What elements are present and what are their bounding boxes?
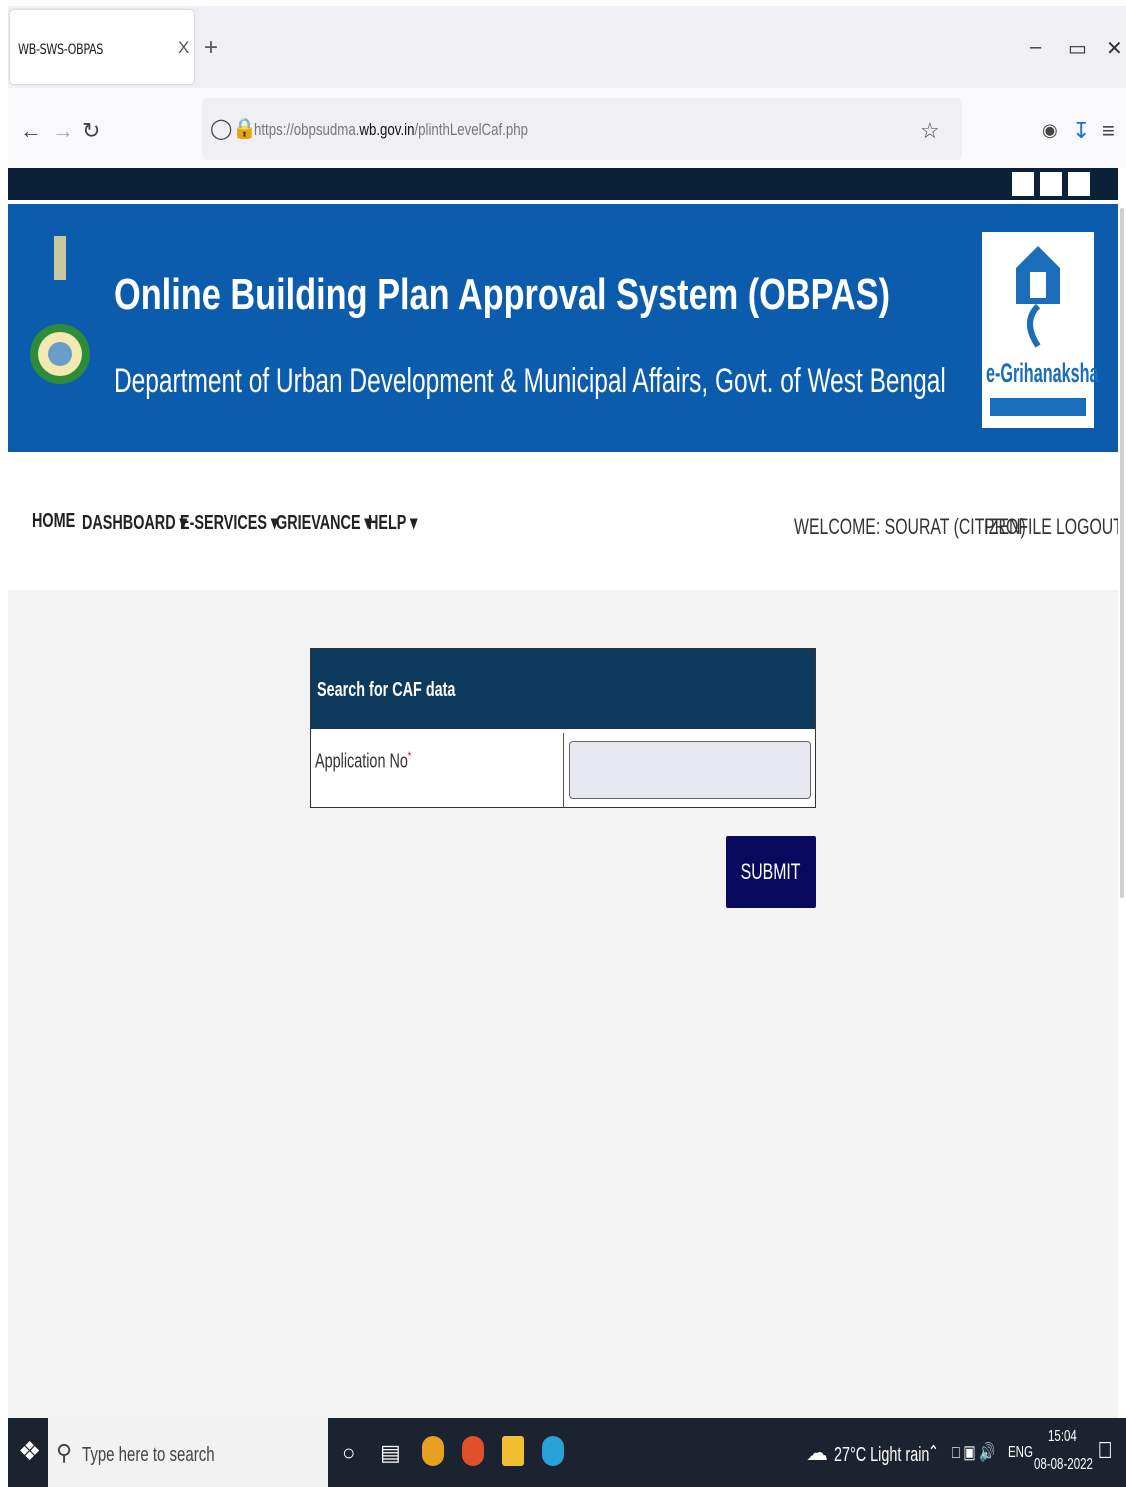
menu-dashboard[interactable]: DASHBOARD ▾ (82, 510, 187, 535)
font-size-large-button[interactable] (1068, 172, 1090, 196)
profile-link[interactable]: PROFILE (984, 514, 1052, 540)
required-mark: * (407, 749, 412, 763)
caf-search-panel: Search for CAF data Application No* (310, 648, 816, 808)
submit-button[interactable]: SUBMIT (726, 836, 816, 908)
task-view-icon[interactable]: ▤ (380, 1440, 401, 1466)
application-no-input[interactable] (569, 741, 811, 799)
window-close-icon[interactable]: ✕ (1106, 36, 1123, 61)
menu-grievance[interactable]: GRIEVANCE ▾ (276, 510, 372, 535)
search-icon: ⚲ (56, 1440, 73, 1465)
main-menu: HOME DASHBOARD ▾ E-SERVICES ▾ GRIEVANCE … (8, 452, 1123, 590)
tray-icons[interactable]: □ ▣ 🔊 (952, 1442, 995, 1463)
page-scrollbar[interactable] (1118, 168, 1126, 1418)
url-domain: wb.gov.in (359, 120, 415, 139)
logo-text: e-Grihanaksha (986, 358, 1099, 388)
weather-cloud-icon[interactable]: ☁ (806, 1440, 828, 1466)
main-content: Search for CAF data Application No* SUBM… (8, 590, 1118, 1418)
panel-title: Search for CAF data (317, 679, 456, 701)
tab-close-icon[interactable]: X (178, 38, 189, 58)
file-explorer-icon[interactable] (502, 1436, 524, 1466)
logo-band (990, 398, 1086, 416)
scroll-thumb[interactable] (1120, 208, 1124, 898)
panel-header: Search for CAF data (311, 649, 815, 729)
taskbar-search-placeholder: Type here to search (82, 1444, 215, 1466)
minimize-icon[interactable]: – (1030, 36, 1041, 59)
language-indicator[interactable]: ENG (1008, 1444, 1033, 1462)
weather-text[interactable]: 27°C Light rain (834, 1444, 929, 1467)
font-size-normal-button[interactable] (1040, 172, 1062, 196)
restore-icon[interactable]: ▭ (1068, 36, 1087, 61)
browser-tab-bar: WB-SWS-OBPAS X + – ▭ ✕ (8, 6, 1126, 88)
menu-e-services-label: E-SERVICES (180, 512, 267, 534)
edge-icon[interactable] (542, 1436, 564, 1466)
pocket-icon[interactable]: ◉ (1042, 120, 1058, 141)
site-title: Online Building Plan Approval System (OB… (114, 270, 891, 319)
menu-hamburger-icon[interactable]: ≡ (1102, 118, 1115, 144)
menu-help[interactable]: HELP ▾ (368, 510, 417, 535)
bookmark-star-icon[interactable]: ☆ (920, 118, 940, 144)
tray-expand-icon[interactable]: ⌃ (928, 1442, 939, 1463)
menu-grievance-label: GRIEVANCE (276, 512, 361, 534)
e-grihanaksha-logo: e-Grihanaksha (982, 232, 1099, 428)
chrome-icon[interactable] (422, 1436, 444, 1466)
site-banner: Online Building Plan Approval System (OB… (8, 204, 1118, 452)
clock-time[interactable]: 15:04 (1048, 1428, 1077, 1446)
submit-label: SUBMIT (741, 859, 801, 884)
site-subtitle: Department of Urban Development & Munici… (114, 362, 946, 400)
notification-icon[interactable]: ☐ (1098, 1438, 1112, 1464)
reload-icon[interactable]: ↻ (82, 118, 100, 144)
forward-icon[interactable]: → (52, 118, 74, 144)
field-divider (563, 733, 564, 807)
menu-help-label: HELP (368, 512, 407, 534)
windows-taskbar: ❖ ⚲ Type here to search ○ ▤ ☁ 27°C Light… (8, 1418, 1126, 1487)
firefox-icon[interactable] (462, 1436, 484, 1466)
shield-icon[interactable]: ◯ (210, 116, 232, 141)
browser-tab[interactable]: WB-SWS-OBPAS X (10, 10, 194, 84)
url-path: /plinthLevelCaf.php (414, 120, 528, 139)
taskbar-search[interactable]: ⚲ Type here to search (48, 1418, 328, 1487)
font-size-small-button[interactable] (1012, 172, 1034, 196)
windows-start-icon[interactable]: ❖ (18, 1436, 41, 1467)
browser-nav-bar: ← → ↻ ◯ 🔒 https://obpsudma.wb.gov.in/pli… (8, 88, 1126, 168)
top-strip (8, 168, 1118, 200)
cortana-icon[interactable]: ○ (342, 1440, 355, 1466)
menu-e-services[interactable]: E-SERVICES ▾ (180, 510, 278, 535)
application-no-label-text: Application No (315, 750, 408, 773)
screen: WB-SWS-OBPAS X + – ▭ ✕ ← → ↻ ◯ 🔒 https:/… (0, 0, 1126, 1487)
url-text[interactable]: https://obpsudma.wb.gov.in/plinthLevelCa… (254, 120, 528, 140)
west-bengal-emblem-icon (30, 236, 90, 384)
clock-date[interactable]: 08-08-2022 (1034, 1456, 1093, 1474)
back-icon[interactable]: ← (20, 118, 42, 144)
menu-home[interactable]: HOME (32, 510, 75, 533)
tab-title: WB-SWS-OBPAS (18, 42, 103, 58)
house-logo-icon (1016, 246, 1060, 348)
url-prefix: https://obpsudma. (254, 120, 360, 139)
download-icon[interactable]: ↧ (1072, 118, 1090, 144)
address-bar[interactable]: ◯ 🔒 https://obpsudma.wb.gov.in/plinthLev… (202, 98, 962, 160)
menu-dashboard-label: DASHBOARD (82, 512, 176, 534)
application-no-label: Application No* (315, 749, 411, 774)
chevron-down-icon: ▾ (410, 512, 418, 534)
new-tab-icon[interactable]: + (204, 34, 218, 62)
logout-link[interactable]: LOGOUT (1056, 514, 1123, 540)
